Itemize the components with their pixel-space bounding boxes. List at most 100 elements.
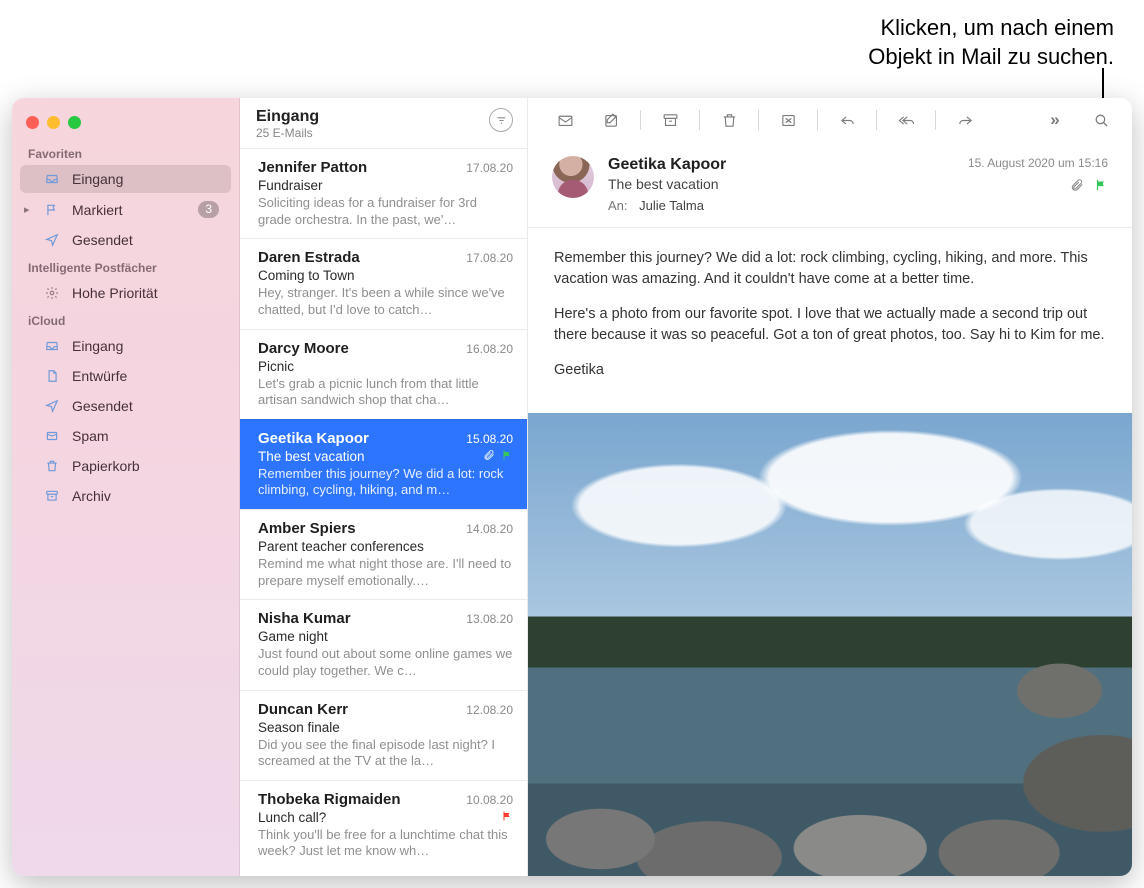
archive-icon <box>42 489 62 503</box>
message-date: 14.08.20 <box>466 522 513 536</box>
message-row[interactable]: Amber Spiers 14.08.20 Parent teacher confe… <box>240 509 527 599</box>
minimize-button[interactable] <box>47 116 60 129</box>
message-sender: Thobeka Rigmaiden <box>258 791 401 808</box>
sidebar-item-high-priority[interactable]: Hohe Priorität <box>20 279 231 307</box>
sidebar-item-label: Archiv <box>72 488 219 504</box>
body-signature: Geetika <box>554 360 1106 381</box>
message-subject: Season finale <box>258 720 513 735</box>
mailbox-count: 25 E-Mails <box>256 126 319 140</box>
sidebar-item-label: Markiert <box>72 202 188 218</box>
flag-icon <box>501 810 513 822</box>
message-list[interactable]: Jennifer Patton17.08.20FundraiserSolicit… <box>240 148 527 876</box>
archive-button[interactable] <box>653 106 687 134</box>
message-sender: Duncan Kerr <box>258 701 348 718</box>
message-row[interactable]: Daren Estrada17.08.20Coming to TownHey, … <box>240 238 527 328</box>
message-subject: The best vacation <box>608 176 904 192</box>
forward-button[interactable] <box>948 106 982 134</box>
zoom-button[interactable] <box>68 116 81 129</box>
sidebar-item-label: Eingang <box>72 338 219 354</box>
inbox-icon <box>42 172 62 186</box>
message-date: 10.08.20 <box>466 793 513 807</box>
sidebar-section-smart: Intelligente Postfächer <box>12 255 239 278</box>
sidebar-item-inbox[interactable]: Eingang <box>20 165 231 193</box>
sidebar-item-label: Hohe Priorität <box>72 285 219 301</box>
sidebar-item-icloud-archive[interactable]: Archiv <box>20 482 231 510</box>
sidebar-item-flagged[interactable]: ▸ Markiert 3 <box>20 195 231 224</box>
delete-button[interactable] <box>712 106 746 134</box>
message-preview: Soliciting ideas for a fundraiser for 3r… <box>258 195 513 228</box>
body-paragraph: Remember this journey? We did a lot: roc… <box>554 248 1106 290</box>
get-mail-button[interactable] <box>548 106 582 134</box>
message-body: Remember this journey? We did a lot: roc… <box>528 228 1132 413</box>
message-sender: Amber Spiers <box>258 520 356 537</box>
search-button[interactable] <box>1084 106 1118 134</box>
toolbar-separator <box>817 110 818 130</box>
message-row[interactable]: Nisha Kumar13.08.20Game nightJust found … <box>240 599 527 689</box>
message-sender: Nisha Kumar <box>258 610 351 627</box>
toolbar-separator <box>640 110 641 130</box>
message-row[interactable]: Duncan Kerr12.08.20Season finaleDid you … <box>240 690 527 780</box>
filter-button[interactable] <box>489 108 513 132</box>
message-sender: Jennifer Patton <box>258 159 367 176</box>
message-subject: Parent teacher conferences <box>258 539 513 554</box>
more-button[interactable]: » <box>1038 106 1072 134</box>
reading-pane: » Geetika Kapoor The best vacation An: J… <box>528 98 1132 876</box>
message-subject: Picnic <box>258 359 513 374</box>
sidebar-item-label: Gesendet <box>72 398 219 414</box>
reply-all-button[interactable] <box>889 106 923 134</box>
message-to: An: Julie Talma <box>608 198 904 213</box>
message-row[interactable]: Darcy Moore 16.08.20 Picnic Let's grab a pi… <box>240 329 527 419</box>
mailbox-title: Eingang <box>256 108 319 126</box>
paperplane-icon <box>42 233 62 247</box>
reply-button[interactable] <box>830 106 864 134</box>
sender-avatar[interactable] <box>552 156 594 198</box>
message-timestamp: 15. August 2020 um 15:16 <box>918 156 1108 170</box>
message-header: Geetika Kapoor The best vacation An: Jul… <box>528 142 1132 228</box>
message-subject: The best vacation <box>258 449 477 464</box>
to-name[interactable]: Julie Talma <box>639 198 704 213</box>
toolbar-separator <box>699 110 700 130</box>
sidebar-item-label: Eingang <box>72 171 219 187</box>
message-preview: Let's grab a picnic lunch from that litt… <box>258 376 513 409</box>
body-paragraph: Here's a photo from our favorite spot. I… <box>554 304 1106 346</box>
callout-text: Klicken, um nach einem Objekt in Mail zu… <box>774 14 1114 71</box>
message-date: 16.08.20 <box>466 342 513 356</box>
toolbar: » <box>528 98 1132 142</box>
message-row[interactable]: Jennifer Patton17.08.20FundraiserSolicit… <box>240 148 527 238</box>
message-list-pane: Eingang 25 E-Mails Jennifer Patton 17.08.… <box>240 98 528 876</box>
toolbar-separator <box>758 110 759 130</box>
compose-button[interactable] <box>594 106 628 134</box>
message-from[interactable]: Geetika Kapoor <box>608 156 904 174</box>
sidebar-item-icloud-spam[interactable]: Spam <box>20 422 231 450</box>
sidebar-item-icloud-inbox[interactable]: Eingang <box>20 332 231 360</box>
junk-button[interactable] <box>771 106 805 134</box>
message-preview: Remember this journey? We did a lot: roc… <box>258 466 513 499</box>
window-controls <box>12 108 239 141</box>
message-attachment-image[interactable] <box>528 413 1132 876</box>
inbox-icon <box>42 339 62 353</box>
message-preview: Think you'll be free for a lunchtime cha… <box>258 827 513 860</box>
sidebar-item-label: Spam <box>72 428 219 444</box>
sidebar-item-sent[interactable]: Gesendet <box>20 226 231 254</box>
message-row[interactable]: Thobeka Rigmaiden 10.08.20 Lunch call? Thin… <box>240 780 527 870</box>
toolbar-separator <box>876 110 877 130</box>
message-date: 17.08.20 <box>466 161 513 175</box>
message-subject: Coming to Town <box>258 268 513 283</box>
sidebar-item-icloud-drafts[interactable]: Entwürfe <box>20 362 231 390</box>
message-preview: Remind me what night those are. I'll nee… <box>258 556 513 589</box>
flag-icon <box>501 449 513 461</box>
toolbar-separator <box>935 110 936 130</box>
chevron-right-icon[interactable]: ▸ <box>24 203 30 216</box>
message-row[interactable]: Geetika Kapoor15.08.20The best vacationR… <box>240 419 527 509</box>
message-sender: Darcy Moore <box>258 340 349 357</box>
flag-icon[interactable] <box>1094 178 1108 192</box>
flag-icon <box>42 203 62 217</box>
close-button[interactable] <box>26 116 39 129</box>
sidebar-item-icloud-trash[interactable]: Papierkorb <box>20 452 231 480</box>
message-preview: Hey, stranger. It's been a while since w… <box>258 285 513 318</box>
to-label: An: <box>608 198 628 213</box>
sidebar-item-icloud-sent[interactable]: Gesendet <box>20 392 231 420</box>
paperplane-icon <box>42 399 62 413</box>
message-subject: Lunch call? <box>258 810 495 825</box>
sidebar-badge: 3 <box>198 201 219 218</box>
